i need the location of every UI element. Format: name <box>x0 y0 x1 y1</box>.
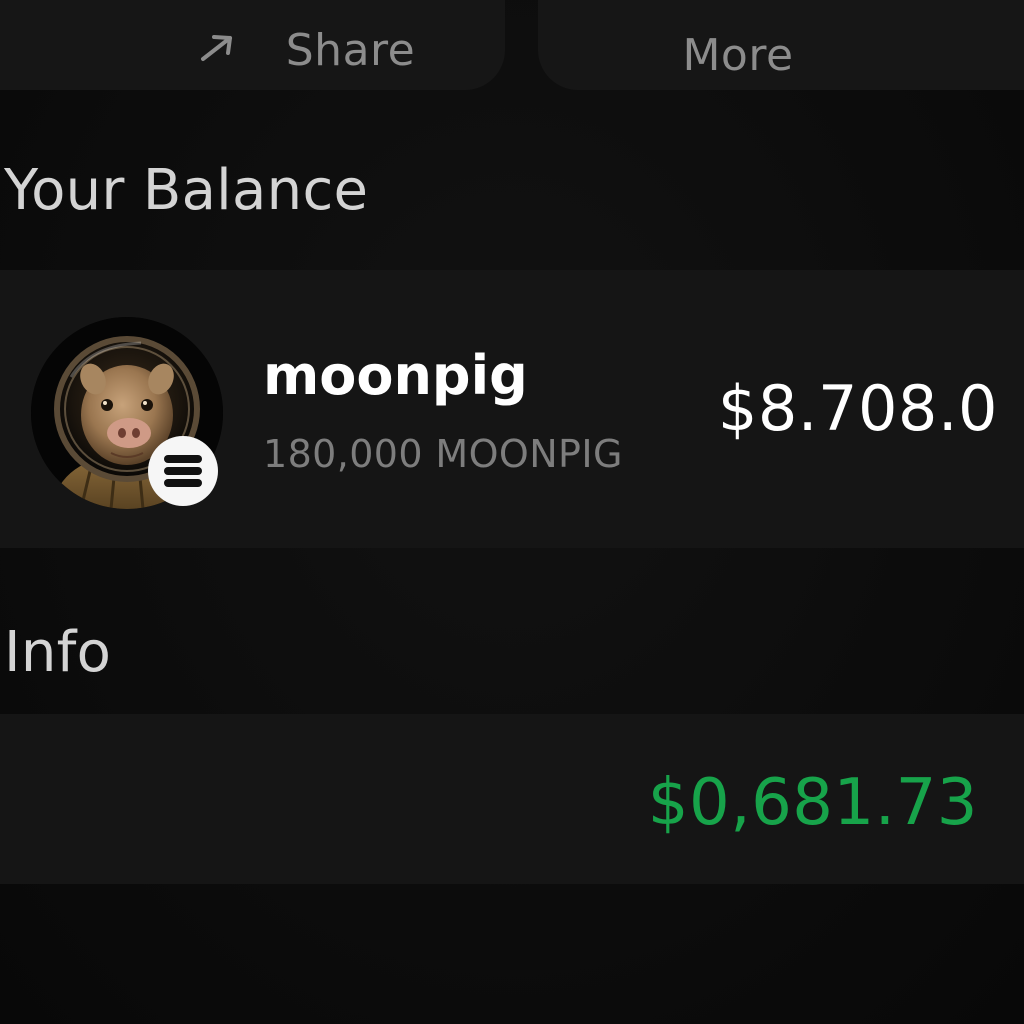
info-value: $0,681.73 <box>647 766 978 840</box>
token-name: moonpig <box>263 344 528 407</box>
more-label: More <box>682 29 794 81</box>
more-button-content: More <box>682 30 793 81</box>
share-button[interactable]: Share <box>0 0 505 90</box>
token-amount: 180,000 MOONPIG <box>263 432 623 476</box>
chain-logo-glyph <box>164 455 202 487</box>
share-button-content: Share <box>200 25 415 76</box>
share-label: Share <box>285 24 416 76</box>
solana-chain-icon <box>148 436 218 506</box>
token-usd-value: $8.708.0 <box>717 372 998 445</box>
balance-section-title: Your Balance <box>4 158 369 223</box>
share-arrow-icon <box>200 35 232 61</box>
token-detail-screen: Share More Your Balance moonpig 180,000 … <box>0 0 1024 1024</box>
more-button[interactable]: More <box>538 0 1024 90</box>
info-section-title: Info <box>4 620 112 685</box>
